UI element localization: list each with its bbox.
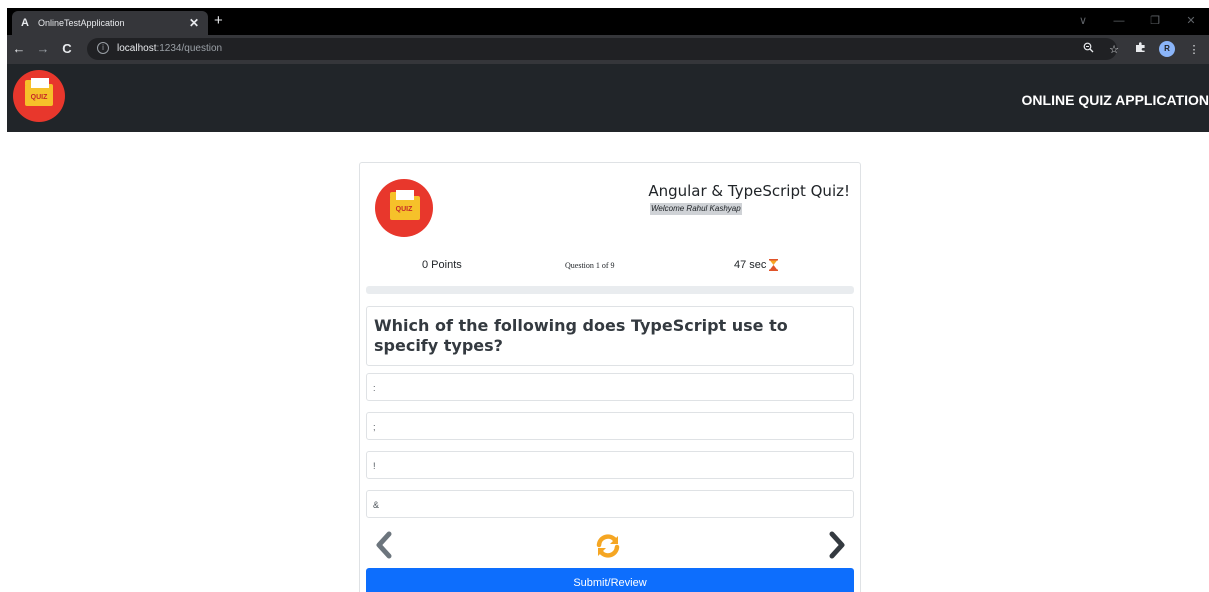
question-counter: Question 1 of 9 — [565, 261, 615, 270]
answer-option[interactable]: ; — [366, 412, 854, 440]
quiz-logo[interactable]: QUIZ — [13, 70, 65, 122]
url-path: :1234/question — [156, 43, 223, 54]
quiz-card-logo: QUIZ — [375, 179, 433, 237]
answer-option[interactable]: ! — [366, 451, 854, 479]
zoom-icon[interactable] — [1081, 42, 1095, 56]
bookmark-star-icon[interactable]: ☆ — [1107, 43, 1121, 56]
chevron-left-icon[interactable] — [374, 531, 394, 559]
minimize-icon[interactable]: — — [1101, 8, 1137, 35]
question-box: Which of the following does TypeScript u… — [366, 306, 854, 366]
timer-text: 47 sec — [734, 259, 767, 271]
tab-title: OnlineTestApplication — [38, 18, 125, 28]
answer-option-text: : — [373, 383, 376, 393]
paper-icon — [31, 78, 49, 88]
new-tab-button[interactable]: + — [214, 13, 223, 29]
profile-avatar[interactable]: R — [1159, 41, 1175, 57]
paper-icon — [396, 190, 414, 200]
answer-option-text: & — [373, 500, 380, 510]
browser-window: A OnlineTestApplication ✕ + ∨ — ❐ ✕ ← → … — [0, 0, 1209, 592]
answer-option[interactable]: : — [366, 373, 854, 401]
web-page: QUIZ ONLINE QUIZ APPLICATION QUIZ Angula… — [7, 64, 1209, 592]
window-controls: ∨ — ❐ ✕ — [1065, 8, 1209, 35]
quiz-progress-bar — [366, 286, 854, 294]
forward-icon[interactable]: → — [35, 41, 51, 57]
folder-icon: QUIZ — [390, 190, 420, 220]
app-navbar: QUIZ ONLINE QUIZ APPLICATION — [7, 64, 1209, 132]
quiz-title: Angular & TypeScript Quiz! — [648, 182, 850, 200]
url-text: localhost:1234/question — [117, 42, 222, 56]
back-icon[interactable]: ← — [11, 41, 27, 57]
toolbar-icons: ☆ R ⋮ — [1081, 40, 1201, 58]
welcome-text: Welcome Rahul Kashyap — [650, 203, 742, 215]
timer-display: 47 sec — [734, 257, 779, 273]
tab-close-icon[interactable]: ✕ — [189, 16, 199, 30]
answer-option-text: ! — [373, 461, 376, 471]
logo-text: QUIZ — [395, 206, 413, 213]
tab-strip: A OnlineTestApplication ✕ + ∨ — ❐ ✕ — [7, 8, 1209, 35]
refresh-icon[interactable] — [595, 533, 621, 559]
quiz-card: QUIZ Angular & TypeScript Quiz! Welcome … — [359, 162, 861, 592]
url-host: localhost — [117, 43, 157, 54]
submit-review-button[interactable]: Submit/Review — [366, 568, 854, 592]
angular-favicon-icon: A — [21, 17, 29, 29]
reload-icon[interactable]: C — [59, 41, 75, 57]
folder-icon: QUIZ — [25, 78, 53, 106]
more-menu-icon[interactable]: ⋮ — [1187, 43, 1201, 56]
restore-icon[interactable]: ❐ — [1137, 8, 1173, 35]
chevron-right-icon[interactable] — [827, 531, 847, 559]
close-window-icon[interactable]: ✕ — [1173, 8, 1209, 35]
question-text: Which of the following does TypeScript u… — [374, 316, 788, 355]
app-title: ONLINE QUIZ APPLICATION — [1021, 92, 1209, 108]
hourglass-icon — [769, 259, 779, 271]
browser-toolbar: ← → C i localhost:1234/question ☆ R ⋮ — [7, 35, 1209, 64]
logo-text: QUIZ — [30, 94, 48, 101]
site-info-icon[interactable]: i — [97, 42, 109, 54]
browser-tab[interactable]: A OnlineTestApplication ✕ — [12, 11, 208, 35]
points-display: 0 Points — [422, 259, 462, 271]
extensions-icon[interactable] — [1133, 42, 1147, 56]
answer-option[interactable]: & — [366, 490, 854, 518]
tab-search-icon[interactable]: ∨ — [1065, 8, 1101, 35]
address-bar[interactable]: i localhost:1234/question — [87, 38, 1117, 60]
answer-option-text: ; — [373, 422, 376, 432]
